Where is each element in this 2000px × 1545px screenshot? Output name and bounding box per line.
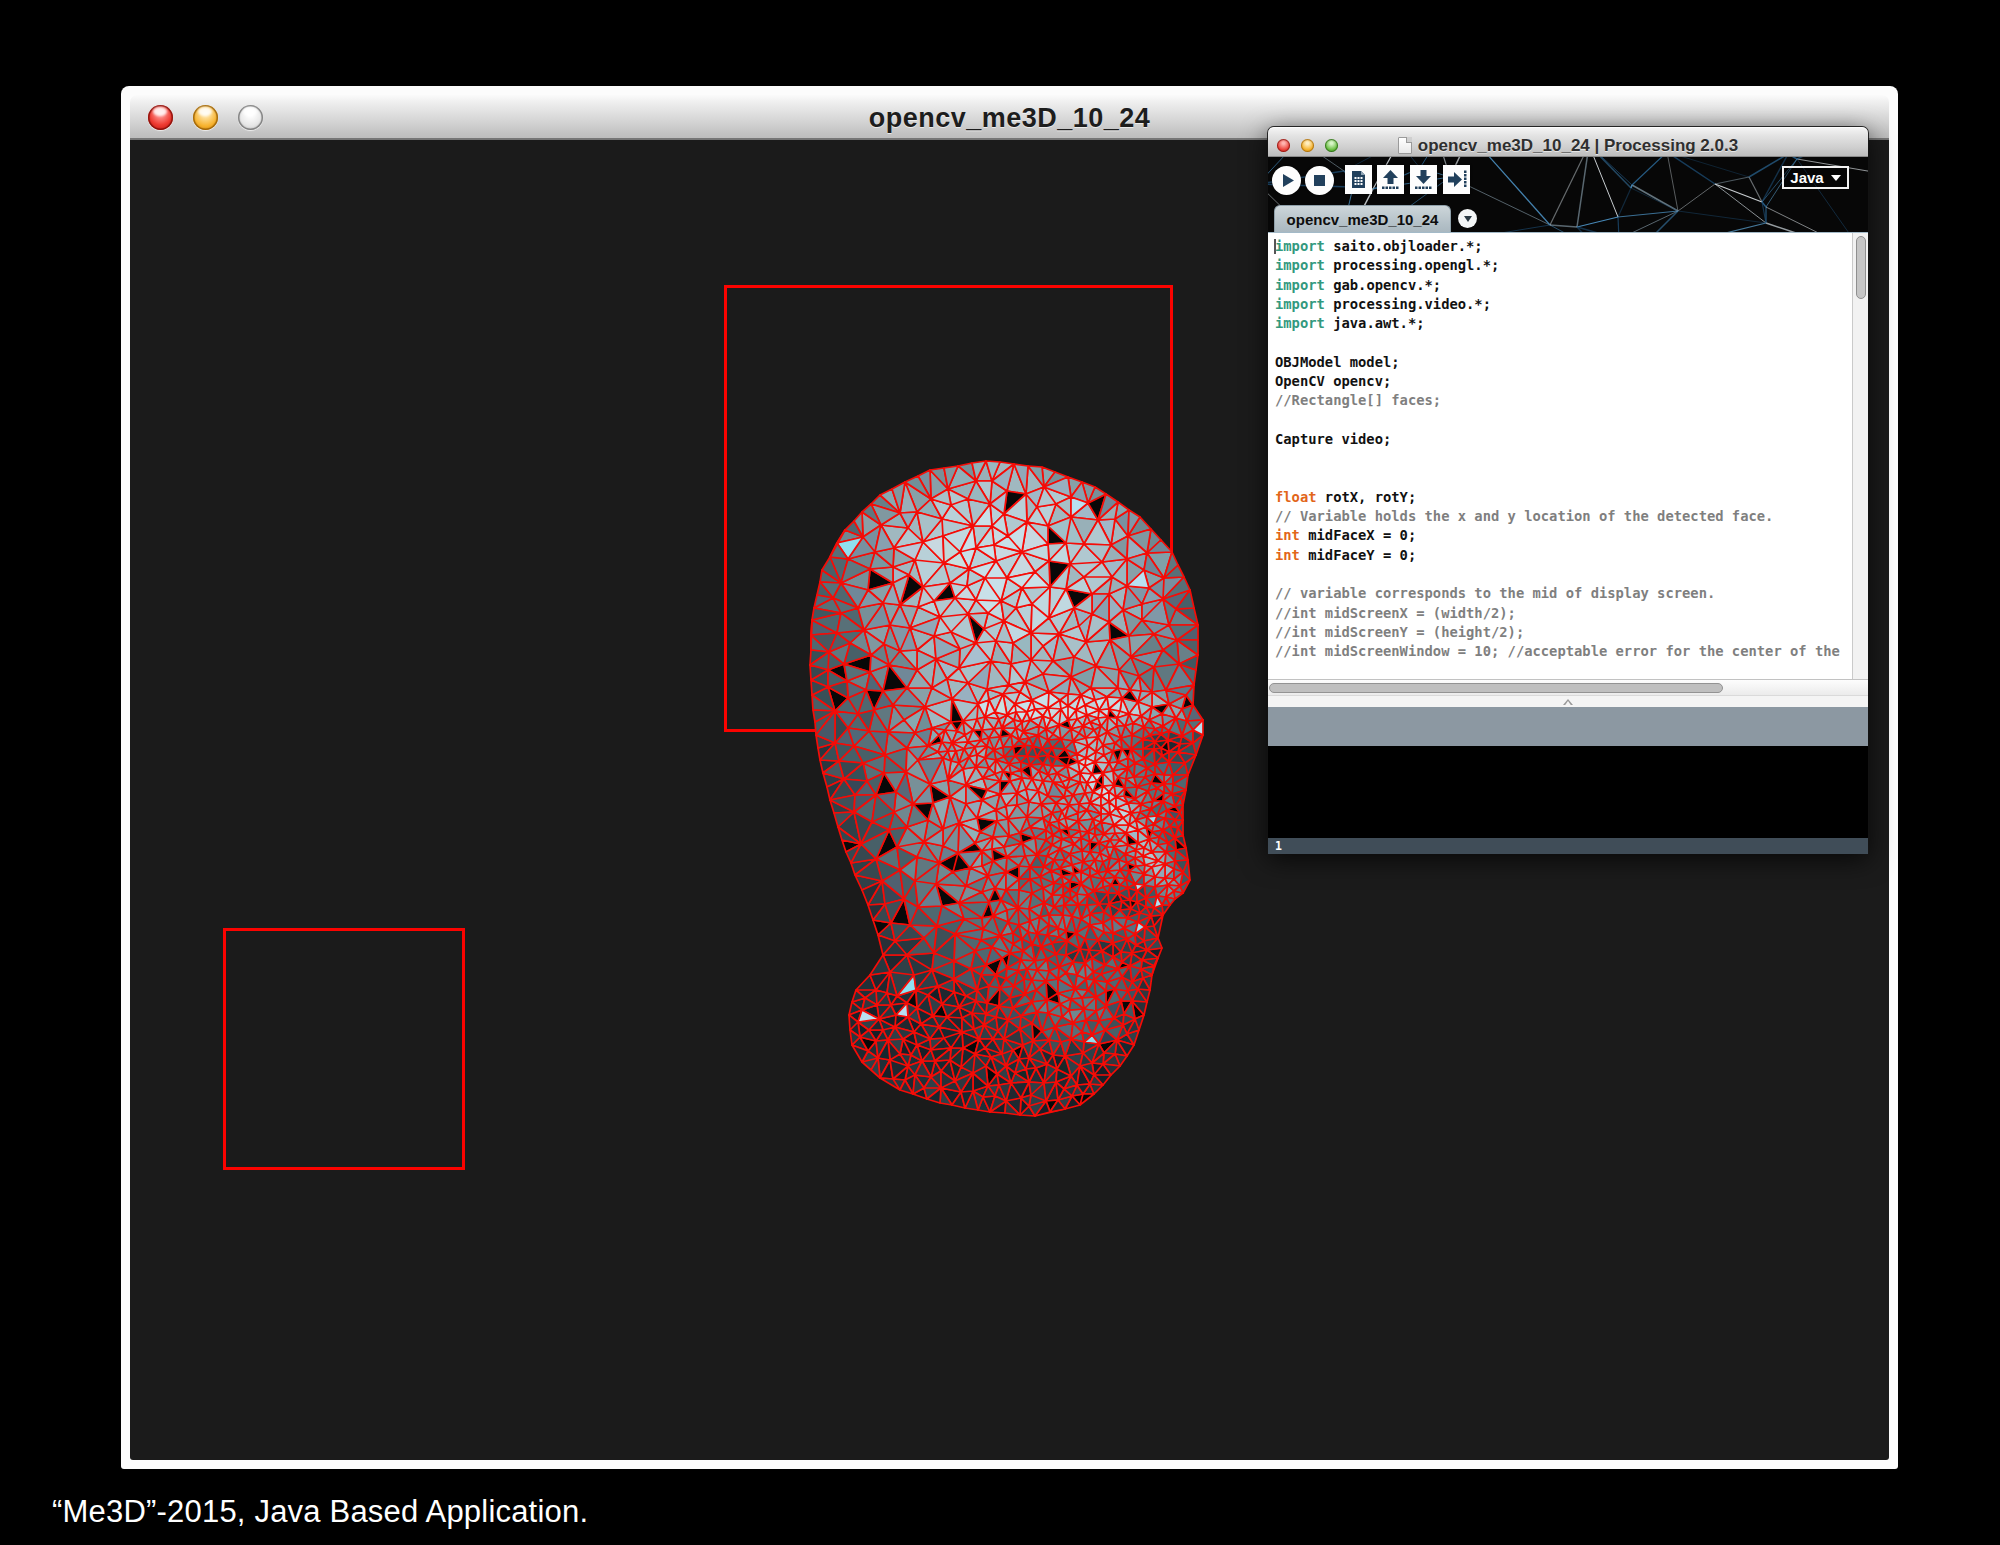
code-line: import processing.opengl.*; xyxy=(1275,256,1851,275)
save-sketch-button[interactable] xyxy=(1410,165,1437,194)
horizontal-scrollbar[interactable] xyxy=(1268,679,1868,695)
vertical-scrollbar-thumb[interactable] xyxy=(1856,236,1866,299)
ide-titlebar-content: opencv_me3D_10_24 | Processing 2.0.3 xyxy=(1268,134,1868,157)
code-line: //int midScreenWindow = 10; //acceptable… xyxy=(1275,642,1851,661)
code-line xyxy=(1275,411,1851,430)
code-line xyxy=(1275,333,1851,352)
code-line: float rotX, rotY; xyxy=(1275,488,1851,507)
code-line xyxy=(1275,565,1851,584)
mode-label: Java xyxy=(1790,169,1823,186)
mode-selector[interactable]: Java xyxy=(1782,166,1849,189)
ide-toolbar-zone: Java opencv_me3D_10_24 xyxy=(1268,157,1868,232)
code-line: //int midScreenY = (height/2); xyxy=(1275,623,1851,642)
ide-titlebar[interactable]: opencv_me3D_10_24 | Processing 2.0.3 xyxy=(1268,127,1868,157)
horizontal-scrollbar-thumb[interactable] xyxy=(1269,683,1723,693)
tab-menu-button[interactable] xyxy=(1458,209,1477,228)
code-line xyxy=(1275,469,1851,488)
code-line: //Rectangle[] faces; xyxy=(1275,391,1851,410)
code-line: OBJModel model; xyxy=(1275,353,1851,372)
code-line: import saito.objloader.*; xyxy=(1275,237,1851,256)
tab-menu-arrow-icon xyxy=(1464,216,1472,222)
code-line: import processing.video.*; xyxy=(1275,295,1851,314)
code-line: // variable corresponds to the mid of di… xyxy=(1275,584,1851,603)
open-icon xyxy=(1377,165,1404,194)
play-icon xyxy=(1272,166,1301,195)
new-sketch-button[interactable] xyxy=(1345,165,1372,194)
code-line: //int midScreenX = (width/2); xyxy=(1275,604,1851,623)
save-icon xyxy=(1410,165,1437,194)
code-line: import gab.opencv.*; xyxy=(1275,276,1851,295)
document-icon xyxy=(1398,137,1412,154)
code-editor[interactable]: import saito.objloader.*;import processi… xyxy=(1268,232,1868,679)
line-number-indicator: 1 xyxy=(1275,839,1282,853)
collapse-chevron-icon xyxy=(1563,699,1573,705)
caption-text: “Me3D”-2015, Java Based Application. xyxy=(52,1494,588,1530)
code-line: OpenCV opencv; xyxy=(1275,372,1851,391)
processing-ide-window: opencv_me3D_10_24 | Processing 2.0.3 xyxy=(1268,127,1868,853)
code-line: int midFaceX = 0; xyxy=(1275,526,1851,545)
new-sketch-icon xyxy=(1345,165,1372,194)
open-sketch-button[interactable] xyxy=(1377,165,1404,194)
code-line: // Variable holds the x and y location o… xyxy=(1275,507,1851,526)
vertical-scrollbar[interactable] xyxy=(1852,233,1868,679)
code-line: import java.awt.*; xyxy=(1275,314,1851,333)
export-icon xyxy=(1443,165,1470,194)
stage: opencv_me3D_10_24 opencv_me3D_10_24 | Pr… xyxy=(0,0,2000,1545)
tab-opencv-me3d[interactable]: opencv_me3D_10_24 xyxy=(1274,205,1451,232)
wireframe-head-model xyxy=(785,445,1230,1165)
code-line xyxy=(1275,449,1851,468)
run-button[interactable] xyxy=(1272,166,1301,195)
ide-tabrow: opencv_me3D_10_24 xyxy=(1268,205,1868,232)
editor-status-bar: 1 xyxy=(1268,838,1868,854)
code-line: Capture video; xyxy=(1275,430,1851,449)
ide-toolbar: Java xyxy=(1268,157,1868,205)
ide-window-title: opencv_me3D_10_24 | Processing 2.0.3 xyxy=(1418,136,1738,156)
face-detection-box-2 xyxy=(223,928,465,1170)
stop-icon xyxy=(1305,166,1334,195)
code-line: int midFaceY = 0; xyxy=(1275,546,1851,565)
mode-dropdown-arrow-icon xyxy=(1831,175,1841,181)
message-bar xyxy=(1268,707,1868,746)
stop-button[interactable] xyxy=(1305,166,1334,195)
console-output xyxy=(1268,746,1868,838)
console-divider[interactable] xyxy=(1268,695,1868,707)
code-lines: import saito.objloader.*;import processi… xyxy=(1275,237,1851,662)
export-application-button[interactable] xyxy=(1443,165,1470,194)
